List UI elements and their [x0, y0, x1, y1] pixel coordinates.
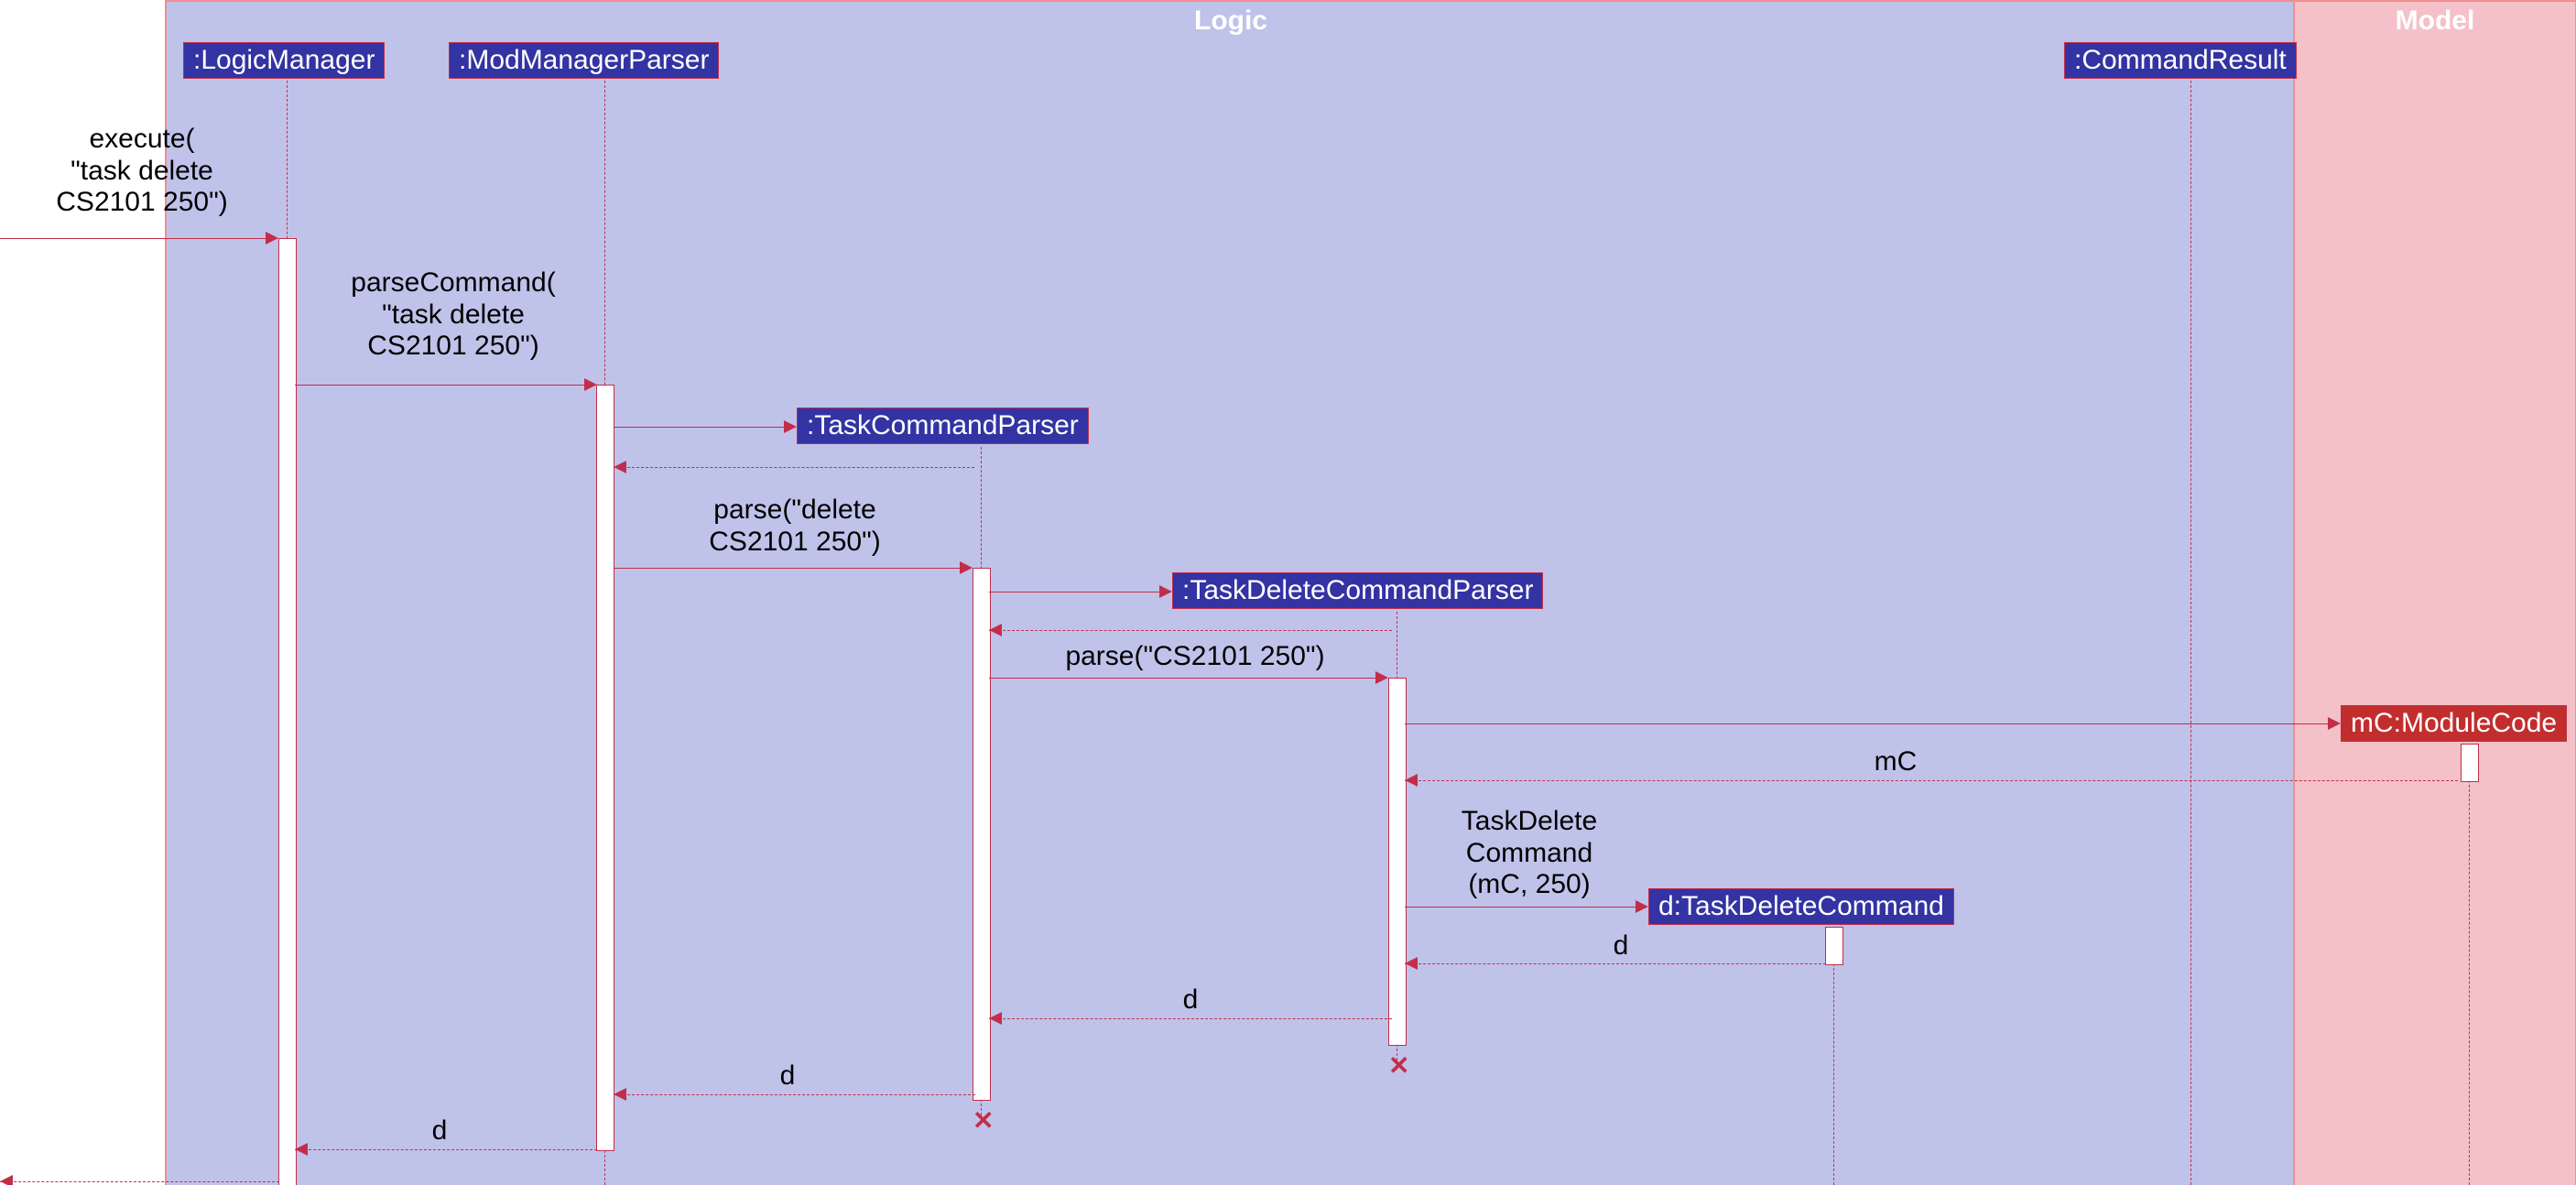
- arrow-return-final: [0, 1181, 279, 1182]
- msg-parse-command: parseCommand( "task delete CS2101 250"): [302, 267, 604, 363]
- arrowhead-execute: [266, 232, 278, 245]
- arrow-return-d2: [989, 1018, 1392, 1019]
- destroy-tdcp: ✕: [1388, 1053, 1409, 1079]
- destroy-tcp: ✕: [973, 1108, 994, 1134]
- arrowhead-return-d3: [614, 1088, 626, 1101]
- arrow-parse-delete: [614, 568, 960, 569]
- activation-task-delete-command-parser: [1388, 678, 1407, 1046]
- arrow-return-d3: [614, 1094, 975, 1095]
- participant-logic-manager: :LogicManager: [183, 42, 385, 79]
- participant-task-delete-command: d:TaskDeleteCommand: [1648, 888, 1954, 925]
- participant-task-command-parser: :TaskCommandParser: [797, 408, 1089, 444]
- arrow-return-d4: [295, 1149, 597, 1150]
- arrow-parse-args: [989, 678, 1375, 679]
- arrowhead-return-tdcp: [989, 624, 1002, 636]
- arrowhead-parse-command: [584, 378, 597, 391]
- arrowhead-return-final: [0, 1175, 13, 1185]
- arrowhead-return-mc: [1405, 774, 1418, 787]
- frame-logic-title: Logic: [1194, 5, 1267, 37]
- arrowhead-return-d1: [1405, 957, 1418, 970]
- arrow-return-mc: [1405, 780, 2458, 781]
- arrowhead-return-d2: [989, 1012, 1002, 1025]
- frame-model-title: Model: [2396, 5, 2475, 37]
- arrowhead-create-mc: [2328, 717, 2341, 730]
- activation-task-delete-command: [1825, 927, 1843, 965]
- activation-mod-manager-parser: [596, 385, 614, 1151]
- msg-d-3: d: [760, 1060, 815, 1093]
- msg-execute: execute( "task delete CS2101 250"): [14, 124, 270, 219]
- participant-mod-manager-parser: :ModManagerParser: [449, 42, 719, 79]
- msg-d-4: d: [412, 1115, 467, 1147]
- msg-d-1: d: [1593, 930, 1648, 962]
- msg-mc: mC: [1804, 746, 1987, 778]
- msg-d-2: d: [1163, 984, 1218, 1016]
- arrow-create-mc: [1405, 723, 2328, 724]
- msg-parse-delete: parse("delete CS2101 250"): [648, 495, 941, 558]
- frame-model: Model: [2293, 0, 2576, 1185]
- arrowhead-create-tcp: [784, 420, 797, 433]
- msg-tdc-ctor: TaskDelete Command (mC, 250): [1424, 806, 1635, 901]
- lifeline-task-delete-command: [1833, 927, 1834, 1185]
- arrow-return-tcp: [614, 467, 974, 468]
- participant-command-result: :CommandResult: [2064, 42, 2297, 79]
- lifeline-module-code: [2469, 744, 2470, 1185]
- arrow-return-d1: [1405, 963, 1826, 964]
- arrowhead-parse-delete: [960, 561, 973, 574]
- arrowhead-return-d4: [295, 1143, 308, 1156]
- arrow-create-tcp: [614, 427, 789, 428]
- arrow-create-tdc: [1405, 907, 1636, 908]
- participant-module-code: mC:ModuleCode: [2341, 705, 2567, 742]
- activation-task-command-parser: [973, 568, 991, 1101]
- arrowhead-create-tdcp: [1159, 585, 1172, 598]
- arrow-return-tdcp: [989, 630, 1392, 631]
- participant-task-delete-command-parser: :TaskDeleteCommandParser: [1172, 572, 1543, 609]
- arrowhead-return-tcp: [614, 461, 626, 473]
- arrowhead-parse-args: [1375, 671, 1388, 684]
- sequence-diagram: Logic Model :LogicManager :ModManagerPar…: [0, 0, 2576, 1185]
- activation-logic-manager: [278, 238, 297, 1185]
- arrowhead-create-tdc: [1636, 900, 1648, 913]
- arrow-parse-command: [295, 385, 584, 386]
- arrow-execute: [0, 238, 266, 239]
- msg-parse-args: parse("CS2101 250"): [1003, 641, 1387, 673]
- lifeline-command-result: [2190, 81, 2191, 1185]
- activation-module-code: [2461, 744, 2479, 782]
